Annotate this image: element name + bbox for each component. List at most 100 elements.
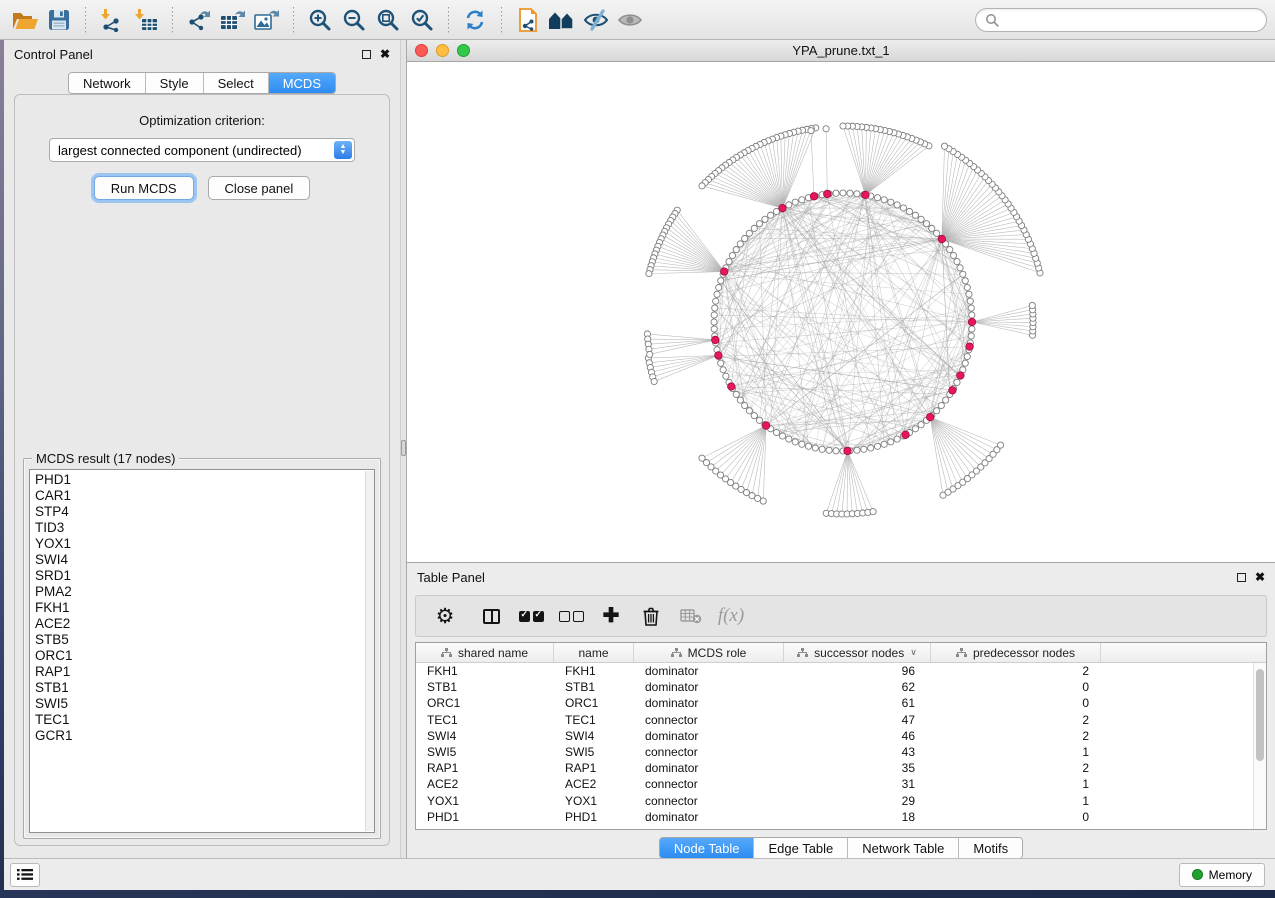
table-cell: TEC1 xyxy=(554,713,634,727)
table-row[interactable]: PHD1PHD1dominator180 xyxy=(416,809,1253,825)
close-table-panel-icon[interactable]: ✖ xyxy=(1255,571,1265,583)
table-cell: dominator xyxy=(634,664,784,678)
search-box[interactable] xyxy=(975,8,1267,32)
close-panel-button[interactable]: Close panel xyxy=(208,176,311,200)
memory-button[interactable]: Memory xyxy=(1179,863,1265,887)
result-item[interactable]: SRD1 xyxy=(35,568,374,584)
zoom-in-icon[interactable] xyxy=(303,4,337,36)
vertical-splitter[interactable] xyxy=(400,40,407,858)
table-row[interactable]: FKH1FKH1dominator962 xyxy=(416,663,1253,679)
float-panel-icon[interactable] xyxy=(362,50,371,59)
result-item[interactable]: RAP1 xyxy=(35,664,374,680)
table-row[interactable]: TEC1TEC1connector472 xyxy=(416,712,1253,728)
close-panel-icon[interactable]: ✖ xyxy=(380,48,390,60)
tab-network[interactable]: Network xyxy=(69,73,146,93)
table-cell: ACE2 xyxy=(416,777,554,791)
column-header-MCDS-role[interactable]: MCDS role xyxy=(634,643,784,662)
export-network-icon[interactable] xyxy=(182,4,216,36)
search-input[interactable] xyxy=(1005,13,1257,27)
add-column-icon[interactable]: ✚ xyxy=(596,601,626,631)
birdseye-view-icon[interactable] xyxy=(545,4,579,36)
result-item[interactable]: SWI4 xyxy=(35,552,374,568)
node-table: shared name nameMCDS rolesuccessor nodes∨… xyxy=(415,642,1267,830)
table-cell: PHD1 xyxy=(554,810,634,824)
column-header-predecessor-nodes[interactable]: predecessor nodes xyxy=(931,643,1101,662)
table-settings-icon[interactable]: ⚙ xyxy=(430,601,460,631)
show-columns-icon[interactable] xyxy=(476,601,506,631)
save-session-icon[interactable] xyxy=(42,4,76,36)
table-cell: SWI5 xyxy=(554,745,634,759)
result-item[interactable]: GCR1 xyxy=(35,728,374,744)
zoom-selected-icon[interactable] xyxy=(405,4,439,36)
task-history-button[interactable] xyxy=(10,863,40,887)
hide-graphics-details-icon[interactable] xyxy=(579,4,613,36)
result-item[interactable]: PHD1 xyxy=(35,472,374,488)
task-list-icon xyxy=(17,868,33,881)
optimization-criterion-select[interactable]: largest connected component (undirected)… xyxy=(49,138,355,162)
table-tab-edge-table[interactable]: Edge Table xyxy=(754,838,848,858)
result-item[interactable]: CAR1 xyxy=(35,488,374,504)
table-cell: 1 xyxy=(931,777,1101,791)
table-row[interactable]: ORC1ORC1dominator610 xyxy=(416,695,1253,711)
import-table-icon[interactable] xyxy=(129,4,163,36)
show-graphics-details-icon[interactable] xyxy=(613,4,647,36)
open-file-icon[interactable] xyxy=(8,4,42,36)
table-tab-node-table[interactable]: Node Table xyxy=(660,838,755,858)
table-cell: 2 xyxy=(931,761,1101,775)
result-item[interactable]: ORC1 xyxy=(35,648,374,664)
result-list-scrollbar[interactable] xyxy=(365,471,374,831)
table-scrollbar-thumb[interactable] xyxy=(1256,669,1264,761)
optimization-criterion-value: largest connected component (undirected) xyxy=(58,143,302,158)
unselect-all-columns-icon[interactable] xyxy=(556,601,586,631)
column-header-name[interactable]: name xyxy=(554,643,634,662)
table-row[interactable]: SWI5SWI5connector431 xyxy=(416,744,1253,760)
table-cell: dominator xyxy=(634,761,784,775)
control-panel: Control Panel ✖ NetworkStyleSelectMCDS O… xyxy=(4,40,400,858)
column-header-successor-nodes[interactable]: successor nodes∨ xyxy=(784,643,931,662)
network-canvas[interactable] xyxy=(407,62,1275,562)
column-header-shared-name[interactable]: shared name xyxy=(416,643,554,662)
result-item[interactable]: STB1 xyxy=(35,680,374,696)
result-item[interactable]: TEC1 xyxy=(35,712,374,728)
select-all-columns-icon[interactable] xyxy=(516,601,546,631)
zoom-out-icon[interactable] xyxy=(337,4,371,36)
result-item[interactable]: TID3 xyxy=(35,520,374,536)
table-cell: dominator xyxy=(634,696,784,710)
table-row[interactable]: YOX1YOX1connector291 xyxy=(416,793,1253,809)
table-row[interactable]: SWI4SWI4dominator462 xyxy=(416,728,1253,744)
table-cell: RAP1 xyxy=(554,761,634,775)
table-scrollbar[interactable] xyxy=(1253,663,1266,829)
float-table-panel-icon[interactable] xyxy=(1237,573,1246,582)
table-tab-motifs[interactable]: Motifs xyxy=(959,838,1022,858)
column-label: shared name xyxy=(458,646,528,660)
tab-select[interactable]: Select xyxy=(204,73,269,93)
function-builder-icon[interactable]: f(x) xyxy=(716,601,746,631)
table-tab-network-table[interactable]: Network Table xyxy=(848,838,959,858)
export-image-icon[interactable] xyxy=(250,4,284,36)
table-row[interactable]: ACE2ACE2connector311 xyxy=(416,776,1253,792)
tab-style[interactable]: Style xyxy=(146,73,204,93)
app-window: Control Panel ✖ NetworkStyleSelectMCDS O… xyxy=(0,0,1275,890)
export-table-icon[interactable] xyxy=(216,4,250,36)
refresh-layout-icon[interactable] xyxy=(458,4,492,36)
delete-table-icon[interactable] xyxy=(676,601,706,631)
result-item[interactable]: STP4 xyxy=(35,504,374,520)
table-panel-title: Table Panel xyxy=(417,570,485,585)
zoom-fit-icon[interactable] xyxy=(371,4,405,36)
mcds-result-list[interactable]: PHD1CAR1STP4TID3YOX1SWI4SRD1PMA2FKH1ACE2… xyxy=(29,469,375,833)
tab-mcds[interactable]: MCDS xyxy=(269,73,335,93)
result-item[interactable]: SWI5 xyxy=(35,696,374,712)
clone-network-icon[interactable] xyxy=(511,4,545,36)
result-item[interactable]: ACE2 xyxy=(35,616,374,632)
run-mcds-button[interactable]: Run MCDS xyxy=(94,176,194,200)
result-item[interactable]: YOX1 xyxy=(35,536,374,552)
table-row[interactable]: STB1STB1dominator620 xyxy=(416,679,1253,695)
splitter-grip[interactable] xyxy=(401,440,406,456)
import-network-icon[interactable] xyxy=(95,4,129,36)
table-row[interactable]: RAP1RAP1dominator352 xyxy=(416,760,1253,776)
result-item[interactable]: FKH1 xyxy=(35,600,374,616)
delete-column-icon[interactable] xyxy=(636,601,666,631)
result-item[interactable]: STB5 xyxy=(35,632,374,648)
network-graph xyxy=(407,62,1275,562)
result-item[interactable]: PMA2 xyxy=(35,584,374,600)
